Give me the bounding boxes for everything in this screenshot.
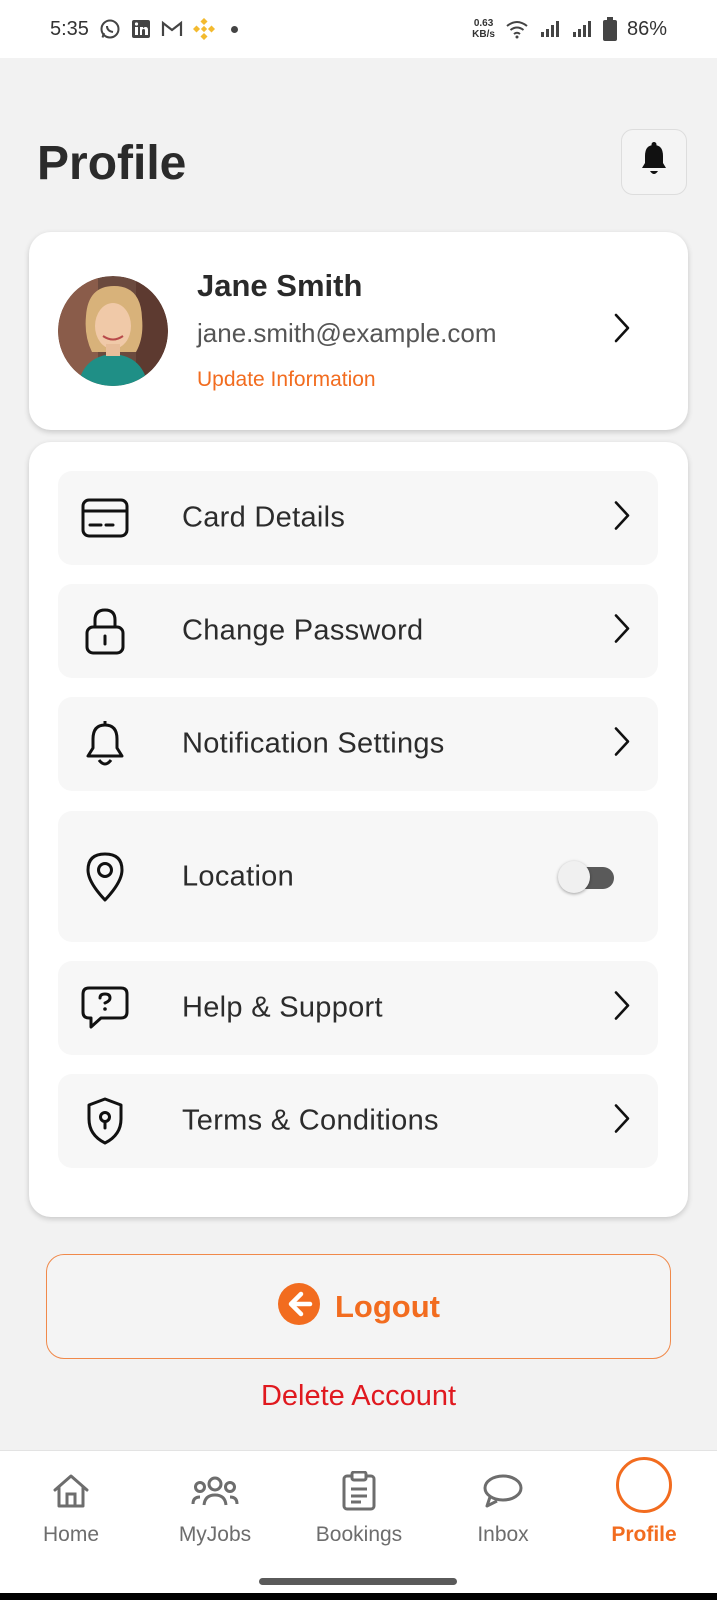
settings-menu: Card Details Change Password Notificatio… — [29, 442, 688, 1217]
chat-icon — [482, 1469, 524, 1513]
delete-account-link[interactable]: Delete Account — [0, 1380, 717, 1413]
menu-item-label: Help & Support — [182, 991, 383, 1024]
nav-label: MyJobs — [178, 1523, 252, 1546]
bell-icon — [80, 719, 130, 769]
page-title: Profile — [37, 137, 187, 190]
chevron-right-icon — [612, 726, 632, 763]
status-bar: 5:35 0.63 KB/s 86% — [0, 0, 717, 58]
status-time: 5:35 — [50, 17, 89, 40]
shield-icon — [80, 1096, 130, 1146]
battery-level: 86% — [626, 17, 667, 40]
menu-item-terms-conditions[interactable]: Terms & Conditions — [58, 1074, 658, 1168]
nav-label: Bookings — [315, 1523, 403, 1546]
nav-item-profile[interactable]: Profile — [579, 1457, 709, 1547]
toggle-knob — [558, 860, 590, 893]
chevron-right-icon — [612, 500, 632, 537]
profile-email: jane.smith@example.com — [197, 318, 497, 348]
menu-item-location: Location — [58, 811, 658, 942]
update-information-link[interactable]: Update Information — [197, 368, 376, 392]
nav-label: Inbox — [477, 1523, 529, 1546]
nav-item-bookings[interactable]: Bookings — [294, 1469, 424, 1547]
chevron-right-icon — [612, 1103, 632, 1140]
profile-name: Jane Smith — [197, 268, 363, 303]
whatsapp-icon — [99, 18, 121, 40]
menu-item-notification-settings[interactable]: Notification Settings — [58, 697, 658, 791]
network-speed: 0.63 KB/s — [472, 18, 495, 40]
home-icon — [52, 1469, 90, 1513]
menu-item-label: Location — [182, 860, 295, 892]
location-pin-icon — [80, 852, 130, 902]
menu-item-label: Notification Settings — [182, 727, 445, 760]
logout-icon — [277, 1282, 321, 1331]
logout-button[interactable]: Logout — [46, 1254, 671, 1359]
profile-card[interactable]: Jane Smith jane.smith@example.com Update… — [29, 232, 688, 430]
signal-icon — [571, 19, 593, 39]
chevron-right-icon — [612, 312, 632, 349]
screen-bottom-edge — [0, 1593, 717, 1600]
avatar — [58, 276, 168, 386]
bell-icon — [638, 141, 670, 183]
nav-item-home[interactable]: Home — [6, 1469, 136, 1547]
menu-item-label: Change Password — [182, 614, 424, 647]
notification-dot — [230, 25, 238, 33]
battery-icon — [602, 17, 617, 41]
chevron-right-icon — [612, 613, 632, 650]
chevron-right-icon — [612, 990, 632, 1027]
help-chat-icon — [80, 983, 130, 1033]
wifi-icon — [505, 19, 529, 39]
menu-item-help-support[interactable]: Help & Support — [58, 961, 658, 1055]
menu-item-label: Card Details — [182, 501, 346, 534]
users-icon — [191, 1469, 239, 1513]
notifications-button[interactable] — [621, 129, 687, 195]
binance-icon — [192, 18, 215, 40]
signal-icon — [539, 19, 561, 39]
linkedin-icon — [131, 19, 151, 39]
menu-item-change-password[interactable]: Change Password — [58, 584, 658, 678]
card-icon — [80, 493, 130, 543]
logout-label: Logout — [334, 1288, 440, 1324]
nav-item-inbox[interactable]: Inbox — [438, 1469, 568, 1547]
nav-label: Home — [42, 1523, 100, 1546]
nav-item-myjobs[interactable]: MyJobs — [150, 1469, 280, 1547]
lock-icon — [80, 606, 130, 656]
menu-item-label: Terms & Conditions — [182, 1104, 439, 1137]
home-indicator[interactable] — [259, 1578, 457, 1585]
menu-item-card-details[interactable]: Card Details — [58, 471, 658, 565]
clipboard-icon — [341, 1469, 377, 1513]
profile-ring-icon — [615, 1457, 673, 1513]
nav-label: Profile — [611, 1523, 677, 1546]
gmail-icon — [161, 20, 183, 38]
location-toggle[interactable] — [558, 860, 616, 893]
